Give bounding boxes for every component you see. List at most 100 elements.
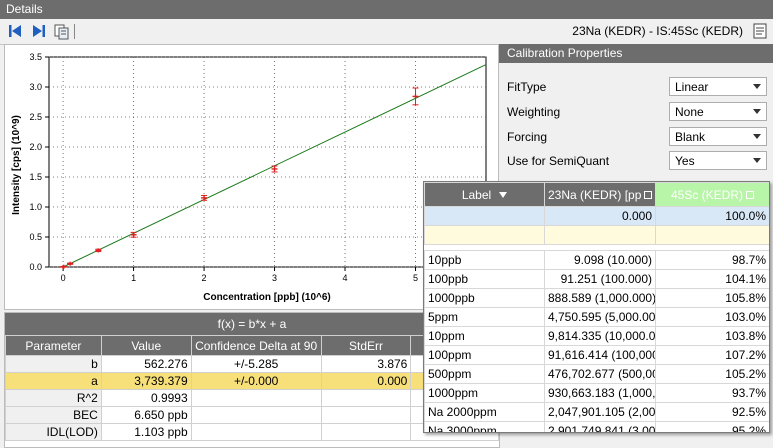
x-axis-label: Concentration [ppb] (10^6) (203, 292, 331, 303)
fittype-select[interactable]: Linear (669, 77, 767, 96)
row-label: 100ppm (424, 345, 545, 365)
na-value: 2,047,901.105 (2,00 (544, 402, 656, 422)
sc-value: 104.1% (655, 269, 769, 289)
na-value: 930,663.183 (1,000, (544, 383, 656, 403)
first-record-icon[interactable] (8, 24, 22, 38)
y-tick-label: 1.0 (29, 202, 42, 212)
forcing-select[interactable]: Blank (669, 127, 767, 146)
na-header-text: 23Na (KEDR) [pp (548, 187, 642, 202)
row-label: 1000ppm (424, 383, 545, 403)
table-row[interactable]: Na 2000ppm 2,047,901.105 (2,00 92.5% (424, 402, 769, 422)
report-icon[interactable] (753, 23, 767, 39)
pin-icon[interactable] (644, 191, 653, 200)
fittype-value: Linear (675, 80, 709, 94)
weighting-label: Weighting (507, 105, 561, 119)
table-row[interactable]: 10ppb 9.098 (10.000) 98.7% (424, 250, 769, 270)
forcing-label: Forcing (507, 130, 548, 144)
column-header-label[interactable]: Label (424, 182, 545, 207)
forcing-value: Blank (675, 130, 706, 144)
last-record-icon[interactable] (32, 24, 46, 38)
sc-value: 93.7% (655, 383, 769, 403)
standards-popup[interactable]: Label 23Na (KEDR) [pp 45Sc (KEDR) 0.000 … (423, 181, 770, 433)
column-header[interactable]: Parameter (5, 335, 102, 356)
na-value: 4,750.595 (5,000.00 (544, 307, 656, 327)
column-header-sc[interactable]: 45Sc (KEDR) (655, 182, 769, 207)
table-row[interactable]: 10ppm 9,814.335 (10,000.0 103.8% (424, 326, 769, 346)
table-row[interactable]: 100ppb 91.251 (100.000) 104.1% (424, 269, 769, 289)
row-label: 500ppm (424, 364, 545, 384)
param-stderr (320, 423, 412, 441)
row-label: Na 2000ppm (424, 402, 545, 422)
sc-value: 103.0% (655, 307, 769, 327)
toolbar: 23Na (KEDR) - IS:45Sc (KEDR) (0, 19, 773, 45)
sc-value: 95.2% (655, 421, 769, 432)
param-stderr: 3.876 (320, 355, 412, 373)
chevron-down-icon (753, 109, 761, 114)
param-conf: +/-5.285 (190, 355, 322, 373)
table-row[interactable]: 1000ppm 930,663.183 (1,000, 93.7% (424, 383, 769, 403)
row-label (424, 225, 545, 245)
table-header-row: Label 23Na (KEDR) [pp 45Sc (KEDR) (424, 182, 769, 207)
table-row[interactable]: 1000ppb 888.589 (1,000.000) 105.8% (424, 288, 769, 308)
sc-value: 98.7% (655, 250, 769, 270)
sc-value: 107.2% (655, 345, 769, 365)
na-value: 888.589 (1,000.000) (544, 288, 656, 308)
y-tick-label: 3.5 (29, 52, 42, 62)
copy-icon[interactable] (54, 24, 69, 40)
row-label (424, 206, 545, 226)
x-tick-label: 1 (131, 273, 136, 283)
param-conf: +/-0.000 (190, 372, 322, 390)
param-name: a (5, 372, 102, 390)
filter-icon[interactable] (499, 192, 508, 199)
data-point (95, 248, 102, 253)
column-header-na[interactable]: 23Na (KEDR) [pp (544, 182, 656, 207)
semiquant-value: Yes (675, 154, 695, 168)
fittype-label: FitType (507, 80, 547, 94)
y-tick-label: 0.5 (29, 232, 42, 242)
analyte-title: 23Na (KEDR) - IS:45Sc (KEDR) (572, 24, 743, 38)
blank-row[interactable]: 0.000 100.0% (424, 206, 769, 226)
x-axis-ticks: 0 1 2 3 4 5 (61, 267, 418, 283)
param-name: BEC (5, 406, 102, 424)
semiquant-row: Use for SemiQuant Yes (499, 149, 773, 173)
sc-value: 103.8% (655, 326, 769, 346)
weighting-select[interactable]: None (669, 102, 767, 121)
row-label: 10ppb (424, 250, 545, 270)
column-header[interactable]: Confidence Delta at 90 (190, 335, 322, 356)
column-header[interactable]: StdErr (320, 335, 412, 356)
table-row[interactable]: 100ppm 91,616.414 (100,000 107.2% (424, 345, 769, 365)
x-tick-label: 3 (272, 273, 277, 283)
column-header[interactable]: Value (100, 335, 192, 356)
calibration-properties-title: Calibration Properties (507, 46, 623, 60)
x-tick-label: 0 (61, 273, 66, 283)
weighting-row: Weighting None (499, 100, 773, 124)
y-tick-label: 2.0 (29, 142, 42, 152)
param-stderr (320, 389, 412, 407)
sc-value: 92.5% (655, 402, 769, 422)
table-row[interactable]: 500ppm 476,702.677 (500,00 105.2% (424, 364, 769, 384)
row-label: 10ppm (424, 326, 545, 346)
empty-row[interactable] (424, 225, 769, 245)
chevron-down-icon (753, 134, 761, 139)
row-label: Na 3000ppm (424, 421, 545, 432)
plot-area (48, 56, 487, 268)
table-row[interactable]: Na 3000ppm 2,901,749.841 (3,00 95.2% (424, 421, 769, 432)
row-label: 1000ppb (424, 288, 545, 308)
sc-header-text: 45Sc (KEDR) (670, 187, 744, 202)
pin-icon[interactable] (746, 191, 755, 200)
param-conf (190, 389, 322, 407)
sc-value: 100.0% (655, 206, 769, 226)
na-value: 2,901,749.841 (3,00 (544, 421, 656, 432)
label-header-text: Label (461, 187, 492, 202)
param-value: 1.103 ppb (100, 423, 192, 441)
sc-value (655, 225, 769, 245)
semiquant-select[interactable]: Yes (669, 151, 767, 170)
y-tick-label: 3.0 (29, 82, 42, 92)
param-conf (190, 423, 322, 441)
x-tick-label: 4 (343, 273, 348, 283)
weighting-value: None (675, 105, 704, 119)
y-tick-label: 1.5 (29, 172, 42, 182)
na-value: 9,814.335 (10,000.0 (544, 326, 656, 346)
table-row[interactable]: 5ppm 4,750.595 (5,000.00 103.0% (424, 307, 769, 327)
na-value: 91,616.414 (100,000 (544, 345, 656, 365)
